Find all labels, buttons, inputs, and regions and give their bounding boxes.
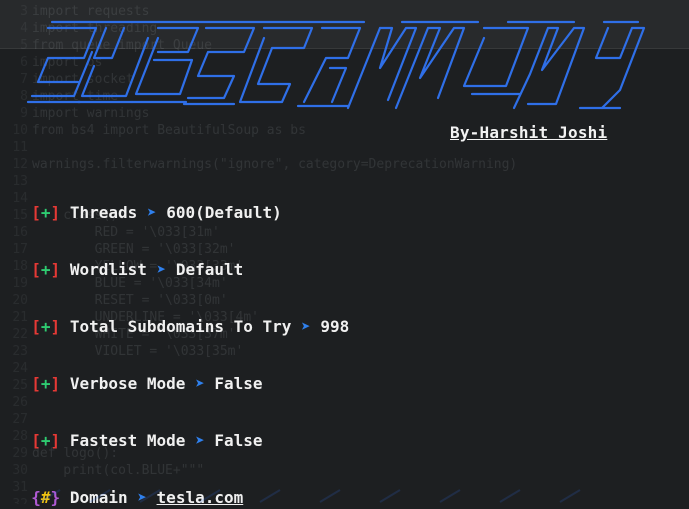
option-label: Threads — [69, 203, 138, 222]
code-line: 11 — [0, 139, 32, 156]
code-text: warnings.filterwarnings("ignore", catego… — [32, 157, 518, 172]
line-number: 10 — [12, 123, 28, 138]
code-line: 10 from bs4 import BeautifulSoup as bs — [0, 122, 306, 139]
option-line-wordlist: [+] Wordlist ➤ Default — [12, 237, 243, 279]
option-line-total-subdomains: [+] Total Subdomains To Try ➤ 998 — [12, 294, 349, 336]
option-value: 998 — [320, 317, 350, 336]
option-value: False — [214, 374, 263, 393]
plus-symbol: + — [40, 431, 51, 450]
bracket-open: [ — [31, 260, 41, 279]
option-value: Default — [175, 260, 244, 279]
banner-art — [26, 20, 646, 110]
option-line-threads: [+] Threads ➤ 600(Default) — [12, 180, 282, 222]
bracket-open: [ — [31, 203, 41, 222]
option-line-verbose-mode: [+] Verbose Mode ➤ False — [12, 351, 262, 393]
line-number: 11 — [12, 140, 28, 155]
author-credit: By-Harshit Joshi — [450, 123, 608, 142]
bracket-open: [ — [31, 317, 41, 336]
bracket-close: ] — [50, 374, 61, 393]
bracket-close: ] — [50, 431, 61, 450]
bottom-banner-ghost — [39, 489, 581, 503]
option-label: Fastest Mode — [69, 431, 186, 450]
arrow-icon: ➤ — [195, 431, 205, 450]
arrow-icon: ➤ — [146, 203, 157, 222]
plus-symbol: + — [40, 203, 51, 222]
option-label: Total Subdomains To Try — [69, 317, 292, 336]
arrow-icon: ➤ — [301, 317, 311, 336]
bracket-close: ] — [50, 317, 61, 336]
ascii-banner-logo — [8, 8, 648, 110]
option-value: 600(Default) — [166, 203, 282, 222]
plus-symbol: + — [40, 260, 51, 279]
line-number: 12 — [12, 157, 28, 172]
code-line: 12 warnings.filterwarnings("ignore", cate… — [0, 156, 517, 173]
option-line-fastest-mode: [+] Fastest Mode ➤ False — [12, 408, 262, 450]
code-text: from bs4 import BeautifulSoup as bs — [32, 123, 306, 138]
arrow-icon: ➤ — [156, 260, 167, 279]
option-value: False — [214, 431, 263, 450]
domain-line: {#} Domain ➤ tesla.com — [12, 465, 243, 507]
bracket-open: [ — [31, 431, 41, 450]
bracket-close: ] — [50, 203, 61, 222]
bracket-open: [ — [31, 374, 41, 393]
option-label: Verbose Mode — [69, 374, 186, 393]
plus-symbol: + — [40, 317, 51, 336]
option-label: Wordlist — [69, 260, 147, 279]
plus-symbol: + — [40, 374, 51, 393]
bracket-close: ] — [50, 260, 61, 279]
arrow-icon: ➤ — [195, 374, 205, 393]
